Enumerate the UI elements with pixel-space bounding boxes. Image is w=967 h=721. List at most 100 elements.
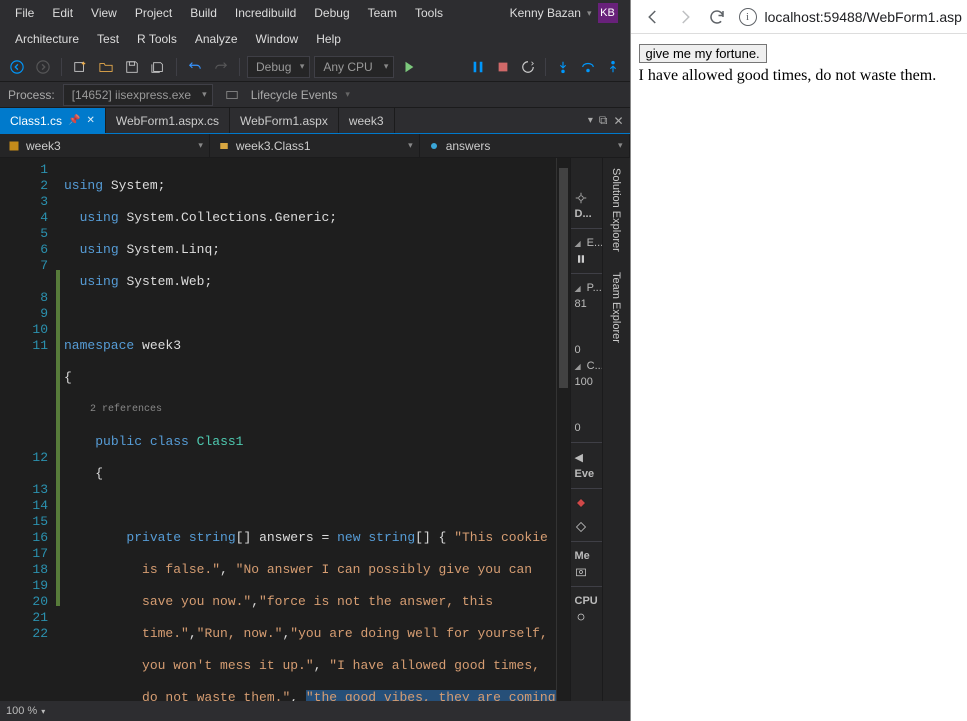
visual-studio-window: File Edit View Project Build Incredibuil… [0,0,630,721]
diag-c0b: 0 [571,420,602,436]
menu-rtools[interactable]: R Tools [128,29,186,49]
pause-icon[interactable] [467,56,489,78]
browser-window: i localhost:59488/WebForm1.asp give me m… [630,0,967,721]
menu-project[interactable]: Project [126,3,181,23]
diagnostic-tools-panel: D... E... P... 81 0 C... 100 0 ◀ Eve Me … [570,158,602,701]
close-all-icon[interactable]: ✕ [613,114,623,128]
solution-explorer-toggle-icon[interactable]: ⧉ [599,113,608,128]
restart-icon[interactable] [517,56,539,78]
diag-nav-left-icon[interactable]: ◀ [571,449,602,466]
menu-window[interactable]: Window [247,29,308,49]
record-icon[interactable] [571,609,602,625]
process-combo[interactable]: [14652] iisexpress.exe [63,84,213,106]
nav-class[interactable]: week3.Class1 [210,134,420,157]
save-all-icon[interactable] [147,56,169,78]
menu-edit[interactable]: Edit [43,3,82,23]
menu-help[interactable]: Help [307,29,350,49]
menu-analyze[interactable]: Analyze [186,29,247,49]
browser-page: give me my fortune. I have allowed good … [631,34,967,95]
fortune-output: I have allowed good times, do not waste … [639,67,966,85]
menu-view[interactable]: View [82,3,126,23]
gear-icon[interactable] [571,190,602,206]
pause-indicator-icon [571,251,602,267]
debug-controls [467,56,624,78]
lifecycle-icon[interactable] [221,84,243,106]
menu-test[interactable]: Test [88,29,128,49]
back-button[interactable] [6,56,28,78]
address-bar[interactable]: i localhost:59488/WebForm1.asp [739,8,962,26]
code-editor[interactable]: 1 2 3 4 5 6 7 8 9 10 11 12 13 [0,158,570,701]
stop-icon[interactable] [492,56,514,78]
step-out-icon[interactable] [602,56,624,78]
status-bar: 100 % ▾ [0,701,630,721]
codelens-references[interactable]: 2 references [64,402,556,418]
nav-project[interactable]: week3 [0,134,210,157]
browser-reload-button[interactable] [707,7,727,27]
side-tool-tabs: Solution Explorer Team Explorer [602,158,630,701]
browser-back-button[interactable] [643,7,663,27]
menu-bar: File Edit View Project Build Incredibuil… [0,0,630,26]
browser-forward-button[interactable] [675,7,695,27]
tab-label: WebForm1.aspx [240,114,328,128]
lifecycle-label: Lifecycle Events [251,88,338,102]
line-number-gutter: 1 2 3 4 5 6 7 8 9 10 11 12 13 [0,158,56,701]
fortune-button[interactable]: give me my fortune. [639,44,767,63]
solution-explorer-tab[interactable]: Solution Explorer [610,168,622,252]
step-into-icon[interactable] [552,56,574,78]
close-icon[interactable]: ✕ [86,115,94,126]
open-file-icon[interactable] [95,56,117,78]
diamond-filled-icon [571,495,602,511]
tab-webform-aspx[interactable]: WebForm1.aspx [230,108,339,133]
menu-file[interactable]: File [6,3,43,23]
save-icon[interactable] [121,56,143,78]
tab-label: WebForm1.aspx.cs [116,114,219,128]
standard-toolbar: Debug Any CPU [0,52,630,82]
url-text: localhost:59488/WebForm1.asp [765,9,962,25]
vertical-scrollbar[interactable] [556,158,570,701]
menu-bar-row2: Architecture Test R Tools Analyze Window… [0,26,630,52]
snapshot-icon[interactable] [571,564,602,580]
diag-c0: 0 [571,342,602,358]
site-info-icon[interactable]: i [739,8,757,26]
start-debug-button[interactable] [398,56,420,78]
tab-label: week3 [349,114,384,128]
team-explorer-tab[interactable]: Team Explorer [610,272,622,343]
tab-week3[interactable]: week3 [339,108,395,133]
pin-icon[interactable]: 📌 [68,115,80,126]
account-badge: KB [598,3,618,23]
code-content[interactable]: using System; using System.Collections.G… [60,158,556,701]
nav-member[interactable]: answers [420,134,630,157]
menu-build[interactable]: Build [181,3,226,23]
tab-class1[interactable]: Class1.cs 📌 ✕ [0,108,106,133]
menu-team[interactable]: Team [359,3,406,23]
scrollbar-thumb[interactable] [559,168,568,388]
account-menu[interactable]: Kenny Bazan ▾ KB [510,3,624,23]
diag-label: D... [571,206,602,222]
platform-combo[interactable]: Any CPU [314,56,394,78]
menu-architecture[interactable]: Architecture [6,29,88,49]
step-over-icon[interactable] [577,56,599,78]
document-tabs: Class1.cs 📌 ✕ WebForm1.aspx.cs WebForm1.… [0,108,630,134]
diag-cpu-section[interactable]: C... [571,358,602,374]
diag-cpu[interactable]: CPU [571,593,602,609]
diag-process-value: 81 [571,296,602,312]
diag-cpu-value: 100 [571,374,602,390]
process-label: Process: [8,88,55,102]
code-nav-bar: week3 week3.Class1 answers [0,134,630,158]
browser-toolbar: i localhost:59488/WebForm1.asp [631,0,967,34]
diag-errors[interactable]: E... [571,235,602,251]
account-name: Kenny Bazan [510,6,581,20]
diag-memory[interactable]: Me [571,548,602,564]
undo-icon[interactable] [184,56,206,78]
diag-events[interactable]: Eve [571,466,602,482]
diag-process[interactable]: P... [571,280,602,296]
tab-webform-cs[interactable]: WebForm1.aspx.cs [106,108,230,133]
redo-icon[interactable] [210,56,232,78]
menu-debug[interactable]: Debug [305,3,358,23]
configuration-combo[interactable]: Debug [247,56,310,78]
menu-incredibuild[interactable]: Incredibuild [226,3,305,23]
forward-button[interactable] [32,56,54,78]
new-project-icon[interactable] [69,56,91,78]
menu-tools[interactable]: Tools [406,3,452,23]
zoom-level[interactable]: 100 % [6,705,37,717]
